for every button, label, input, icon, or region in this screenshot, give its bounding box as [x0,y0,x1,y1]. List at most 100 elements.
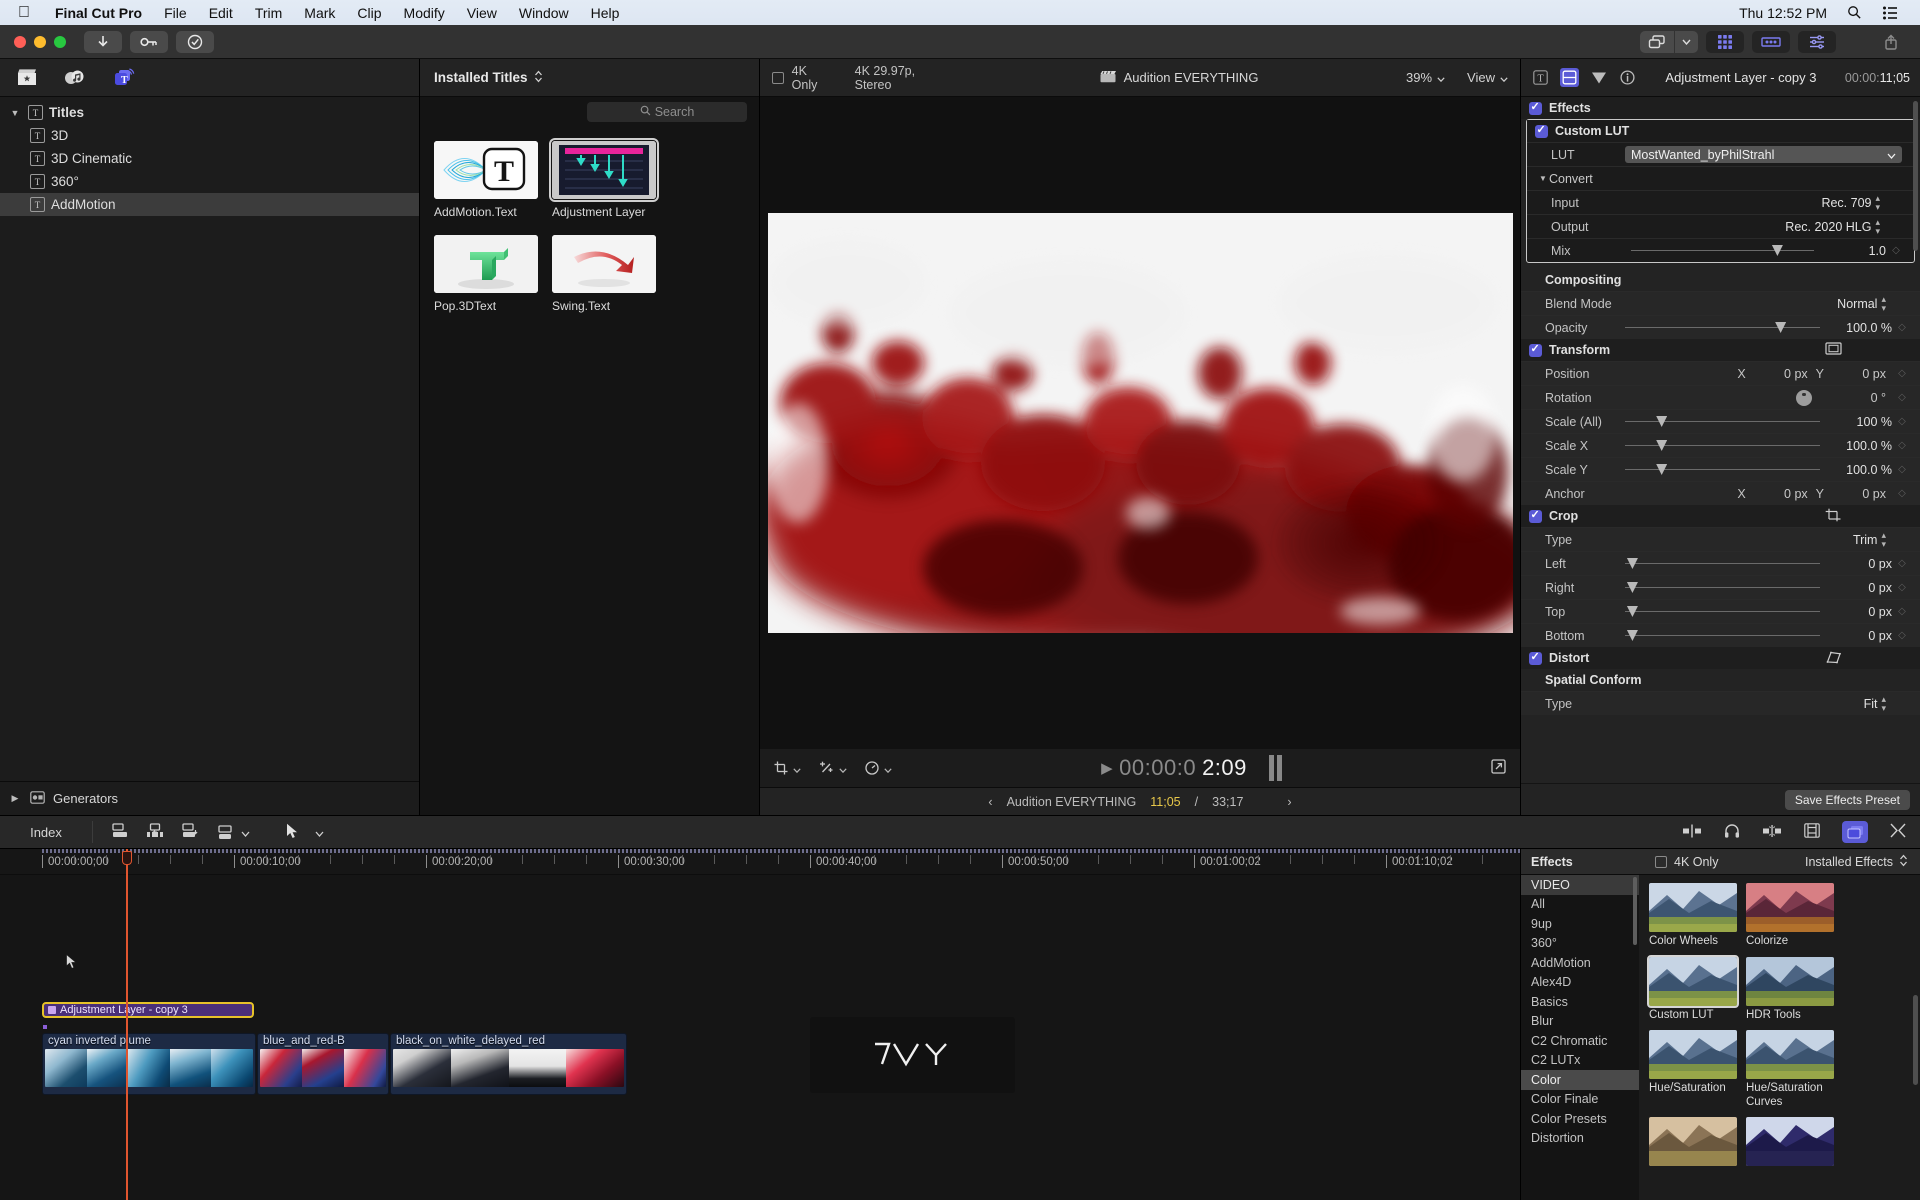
transform-enable-checkbox[interactable] [1529,342,1542,357]
stepper-icon[interactable]: ▴ ▾ [1881,531,1886,548]
timeline-clip-cyan-inverted-plume[interactable]: cyan inverted plume [42,1033,256,1095]
scale-y-slider[interactable] [1625,460,1820,480]
scale-x-slider[interactable] [1625,436,1820,456]
title-item-addmotion-text[interactable]: T AddMotion.Text [434,141,544,219]
keyframe-button[interactable]: ◇ [1886,245,1906,256]
insert-icon[interactable] [146,823,165,841]
share-upload-icon[interactable] [1872,31,1910,53]
stepper-icon[interactable]: ▴ ▾ [1881,295,1886,312]
disclosure-triangle-icon[interactable]: ▶ [8,793,22,804]
playhead-handle[interactable] [121,851,132,865]
save-effects-preset-button[interactable]: Save Effects Preset [1784,789,1910,810]
effects-category-scrollbar[interactable] [1633,877,1637,945]
opacity-value[interactable]: 100.0 % [1826,321,1892,335]
crop-left-value[interactable]: 0 px [1826,557,1892,571]
menu-file[interactable]: File [153,5,198,21]
viewer-view-popup[interactable]: View [1467,70,1508,85]
select-arrow-icon[interactable] [286,823,299,842]
lut-output-popup[interactable]: Rec. 2020 HLG ▴ ▾ [1625,218,1886,235]
tool-selector-group[interactable] [268,823,342,842]
spatial-conform-type-popup[interactable]: Fit ▴ ▾ [1619,695,1892,712]
menubar-clock[interactable]: Thu 12:52 PM [1729,5,1837,21]
sidebar-item-generators[interactable]: ▶ Generators [0,781,419,815]
effects-category-list[interactable]: VIDEO All 9up 360° AddMotion Alex4D Basi… [1521,875,1639,1200]
custom-lut-header[interactable]: Custom LUT [1527,120,1914,142]
chevron-right-icon[interactable]: › [1287,795,1291,809]
installed-titles-popup[interactable]: Installed Titles [434,70,543,86]
effects-category-addmotion[interactable]: AddMotion [1521,953,1639,973]
menu-trim[interactable]: Trim [244,5,293,21]
effect-item-custom-lut[interactable]: Custom LUT [1647,954,1741,1023]
lut-select[interactable]: MostWanted_byPhilStrahl [1625,146,1902,163]
crop-left-slider[interactable] [1625,554,1820,574]
minimize-window-button[interactable] [34,35,46,48]
effect-item-color-wheels[interactable]: Color Wheels [1649,883,1741,949]
effect-item-colorize[interactable]: Colorize [1746,883,1838,949]
crop-right-slider[interactable] [1625,578,1820,598]
scale-all-slider[interactable] [1625,412,1820,432]
effects-enable-checkbox[interactable] [1529,100,1542,115]
snapping-icon[interactable] [1682,824,1702,841]
adjustment-layer-clip[interactable]: Adjustment Layer - copy 3 [42,1002,254,1018]
sort-updown-icon[interactable] [534,70,543,86]
video-inspector-icon[interactable] [1560,68,1579,87]
viewer-zoom-popup[interactable]: 39% [1406,70,1445,85]
inspector-section-distort[interactable]: Distort [1521,647,1920,669]
stepper-icon[interactable]: ▴ ▾ [1881,695,1886,712]
effects-category-distortion[interactable]: Distortion [1521,1129,1639,1149]
menu-app-name[interactable]: Final Cut Pro [44,5,153,21]
anchor-y-value[interactable]: 0 px [1834,487,1886,501]
crop-bottom-value[interactable]: 0 px [1826,629,1892,643]
keyframe-button[interactable]: ◇ [1892,606,1912,617]
text-inspector-icon[interactable]: T [1531,68,1550,87]
timeline-canvas[interactable]: 00:00:00;00 00:00:10;00 00:00:20;00 00:0… [0,849,1520,1200]
title-item-adjustment-layer[interactable]: Adjustment Layer [549,138,662,219]
scale-x-value[interactable]: 100.0 % [1826,439,1892,453]
timeline-clip-blue-and-red-b[interactable]: blue_and_red-B [257,1033,389,1095]
effects-category-blur[interactable]: Blur [1521,1012,1639,1032]
keyword-key-icon[interactable] [130,30,168,53]
overwrite-icon[interactable] [216,824,250,840]
retime-speedometer-icon[interactable] [865,761,892,776]
crop-right-value[interactable]: 0 px [1826,581,1892,595]
keyframe-button[interactable]: ◇ [1892,440,1912,451]
timecode-scrubber-handle[interactable] [1268,755,1282,781]
keyframe-button[interactable]: ◇ [1892,630,1912,641]
connect-icon[interactable] [181,823,200,841]
timeline-clip-black-on-white-delayed-red[interactable]: black_on_white_delayed_red [390,1033,627,1095]
control-center-icon[interactable] [1872,6,1908,20]
inspector-section-crop[interactable]: Crop [1521,505,1920,527]
crop-top-value[interactable]: 0 px [1826,605,1892,619]
library-icon[interactable] [14,66,40,90]
title-item-pop-3dtext[interactable]: Pop.3DText [434,235,544,313]
append-icon[interactable] [111,823,130,841]
crop-top-slider[interactable] [1625,602,1820,622]
lut-mix-value[interactable]: 1.0 [1820,244,1886,258]
fourk-only-checkbox[interactable] [1655,855,1667,868]
analyze-check-icon[interactable] [176,30,214,53]
effects-category-color-presets[interactable]: Color Presets [1521,1109,1639,1129]
disclosure-triangle-icon[interactable]: ▼ [1535,174,1549,183]
sidebar-item-360[interactable]: T 360° [0,170,419,193]
timeline-index-button[interactable]: Index [0,825,92,840]
stepper-icon[interactable]: ▴ ▾ [1875,218,1880,235]
titles-generators-icon[interactable]: T [110,66,136,90]
info-inspector-icon[interactable] [1618,68,1637,87]
inspector-section-effects[interactable]: Effects [1521,97,1920,119]
clip-appearance-icon[interactable] [1804,823,1820,841]
menu-view[interactable]: View [456,5,508,21]
fullscreen-icon[interactable] [1491,759,1506,777]
menu-modify[interactable]: Modify [393,5,456,21]
browser-search-input[interactable]: Search [587,102,747,122]
crop-type-popup[interactable]: Trim ▴ ▾ [1619,531,1892,548]
chevron-down-icon[interactable] [241,825,250,840]
effects-category-basics[interactable]: Basics [1521,992,1639,1012]
distort-enable-checkbox[interactable] [1529,650,1542,665]
custom-lut-enable-checkbox[interactable] [1535,123,1548,138]
keyframe-button[interactable]: ◇ [1892,582,1912,593]
color-inspector-icon[interactable] [1589,68,1608,87]
convert-group-header[interactable]: ▼ Convert [1527,166,1914,190]
fourk-only-checkbox[interactable] [772,71,784,84]
keyframe-button[interactable]: ◇ [1892,368,1912,379]
effects-category-360[interactable]: 360° [1521,934,1639,954]
